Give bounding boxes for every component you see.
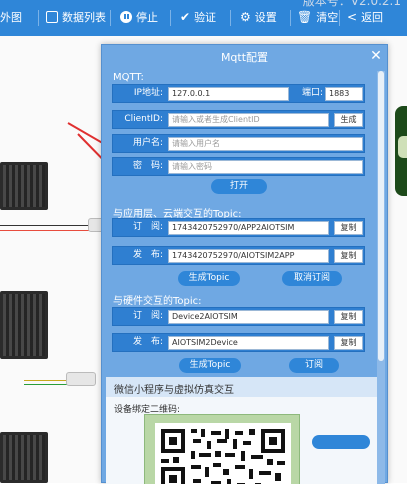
app-subscribe-row: 订 阅: 1743420752970/APP2AIOTSIM 复制 <box>112 218 365 237</box>
hw-publish-label: 发 布: <box>132 337 163 347</box>
port-input[interactable]: 1883 <box>325 87 363 101</box>
ip-input[interactable]: 127.0.0.1 <box>168 87 289 101</box>
username-label: 用户名: <box>132 138 163 148</box>
app-publish-label: 发 布: <box>132 250 163 260</box>
app-publish-topic-input[interactable]: 1743420752970/AIOTSIM2APP <box>168 249 329 263</box>
username-input[interactable]: 请输入用户名 <box>168 137 363 151</box>
scrollbar-thumb[interactable] <box>378 71 384 361</box>
ip-label: IP地址: <box>133 88 163 98</box>
dialog-body: MQTT: IP地址: 127.0.0.1 端口: 1883 ClientID:… <box>106 71 378 484</box>
username-row: 用户名: 请输入用户名 <box>112 134 365 153</box>
copy-hw-subscribe-button[interactable]: 复制 <box>334 310 363 324</box>
password-label: 密 码: <box>132 161 163 171</box>
app-publish-row: 发 布: 1743420752970/AIOTSIM2APP 复制 <box>112 246 365 265</box>
subscribe-button[interactable]: 订阅 <box>289 358 339 373</box>
unsubscribe-button[interactable]: 取消订阅 <box>282 271 342 286</box>
hw-topic-section-label: 与硬件交互的Topic: <box>113 296 202 307</box>
generate-hw-topic-button[interactable]: 生成Topic <box>179 358 241 373</box>
clientid-input[interactable]: 请输入或者生成ClientID <box>168 113 329 127</box>
close-icon[interactable]: ✕ <box>369 49 383 63</box>
password-input[interactable]: 请输入密码 <box>168 160 363 174</box>
hw-publish-topic-input[interactable]: AIOTSIM2Device <box>168 336 329 350</box>
qr-code-graphic <box>161 429 285 484</box>
copy-app-subscribe-button[interactable]: 复制 <box>334 221 363 235</box>
clientid-row: ClientID: 请输入或者生成ClientID 生成 <box>112 110 365 129</box>
app-subscribe-label: 订 阅: <box>132 222 163 232</box>
hw-subscribe-label: 订 阅: <box>132 311 163 321</box>
mqtt-section-label: MQTT: <box>113 72 144 83</box>
port-label: 端口: <box>301 88 323 98</box>
app-subscribe-topic-input[interactable]: 1743420752970/APP2AIOTSIM <box>168 221 329 235</box>
copy-hw-publish-button[interactable]: 复制 <box>334 336 363 350</box>
generate-topic-button[interactable]: 生成Topic <box>178 271 240 286</box>
hw-subscribe-topic-input[interactable]: Device2AIOTSIM <box>168 310 329 324</box>
generate-clientid-button[interactable]: 生成 <box>334 113 363 127</box>
ip-row: IP地址: 127.0.0.1 端口: 1883 <box>112 84 365 103</box>
qr-code-frame <box>144 414 300 484</box>
miniapp-section-title: 微信小程序与虚拟仿真交互 <box>114 385 234 396</box>
open-button[interactable]: 打开 <box>211 179 267 194</box>
mqtt-config-dialog: Mqtt配置 ✕ MQTT: IP地址: 127.0.0.1 端口: 1883 … <box>101 44 388 484</box>
dialog-title: Mqtt配置 <box>220 51 269 64</box>
dialog-scrollbar[interactable] <box>377 71 385 484</box>
hw-publish-row: 发 布: AIOTSIM2Device 复制 <box>112 333 365 352</box>
copy-app-publish-button[interactable]: 复制 <box>334 249 363 263</box>
hw-subscribe-row: 订 阅: Device2AIOTSIM 复制 <box>112 307 365 326</box>
clientid-label: ClientID: <box>124 114 163 124</box>
miniapp-action-button[interactable] <box>312 435 370 449</box>
password-row: 密 码: 请输入密码 <box>112 157 365 176</box>
qr-code-image <box>155 423 291 484</box>
